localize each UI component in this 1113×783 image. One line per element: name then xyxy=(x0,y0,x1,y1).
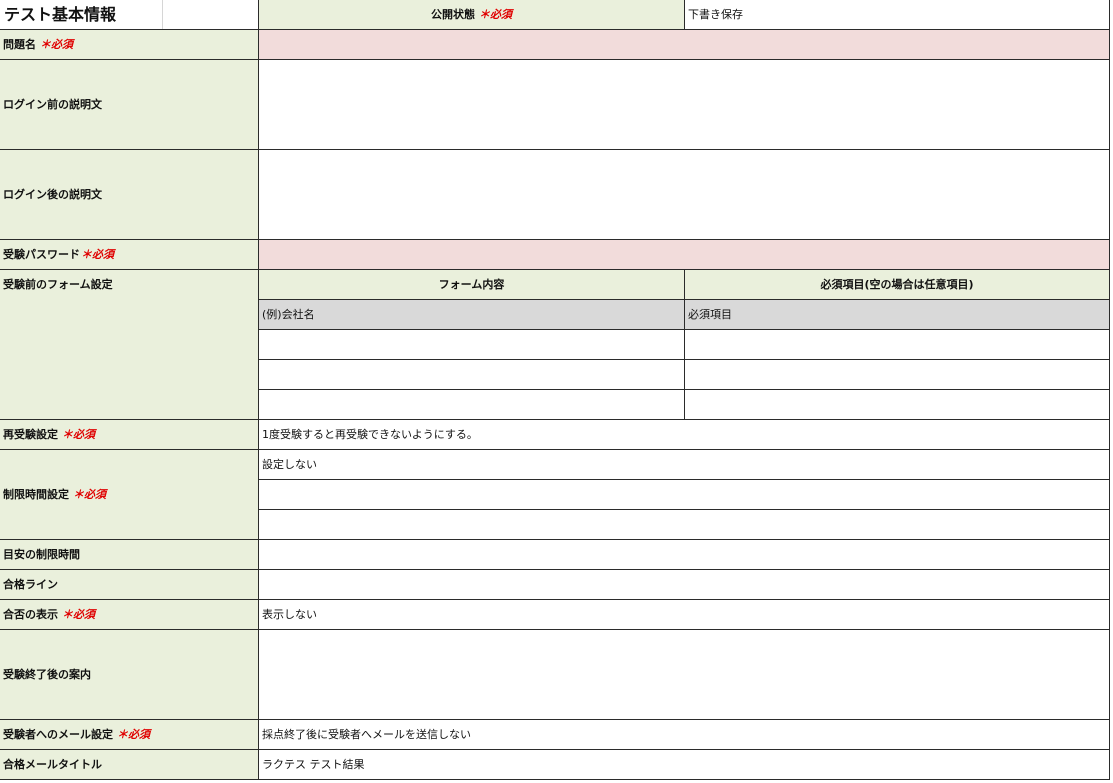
pass-display-label-text: 合否の表示 xyxy=(3,607,58,621)
pass-display-value[interactable]: 表示しない xyxy=(258,599,1110,630)
pass-line-value[interactable] xyxy=(258,569,1110,600)
after-exam-guide-label: 受験終了後の案内 xyxy=(0,629,259,720)
form-row-2-content[interactable] xyxy=(258,329,685,360)
form-row-4-content[interactable] xyxy=(258,389,685,420)
required-item-column-header: 必須項目(空の場合は任意項目) xyxy=(684,269,1110,300)
mail-setting-label: 受験者へのメール設定 ＊必須 xyxy=(0,719,259,750)
pass-display-label: 合否の表示 ＊必須 xyxy=(0,599,259,630)
time-limit-value-1[interactable]: 設定しない xyxy=(258,449,1110,480)
time-limit-value-3[interactable] xyxy=(258,509,1110,540)
spreadsheet: テスト基本情報 公開状態 ＊必須 下書き保存 問題名 ＊必須 ログイン前の説明文… xyxy=(0,0,1113,783)
retake-setting-label-text: 再受験設定 xyxy=(3,427,58,441)
pass-mail-title-label: 合格メールタイトル xyxy=(0,749,259,780)
required-mark: ＊必須 xyxy=(73,487,106,501)
exam-password-input[interactable] xyxy=(258,239,1110,270)
required-mark: ＊必須 xyxy=(40,37,73,51)
time-limit-setting-label-text: 制限時間設定 xyxy=(3,487,69,501)
form-content-column-header: フォーム内容 xyxy=(258,269,685,300)
form-row-3-required[interactable] xyxy=(684,359,1110,390)
question-name-input[interactable] xyxy=(258,29,1110,60)
pass-line-label: 合格ライン xyxy=(0,569,259,600)
form-row-4-required[interactable] xyxy=(684,389,1110,420)
publish-status-label-text: 公開状態 xyxy=(431,7,475,21)
retake-setting-value[interactable]: 1度受験すると再受験できないようにする。 xyxy=(258,419,1110,450)
mail-setting-value[interactable]: 採点終了後に受験者へメールを送信しない xyxy=(258,719,1110,750)
post-login-description-label: ログイン後の説明文 xyxy=(0,149,259,240)
pre-login-description-label: ログイン前の説明文 xyxy=(0,59,259,150)
pass-mail-title-value[interactable]: ラクテス テスト結果 xyxy=(258,749,1110,780)
after-exam-guide-input[interactable] xyxy=(258,629,1110,720)
required-mark: ＊必須 xyxy=(117,727,150,741)
title-padding-cell xyxy=(162,0,259,30)
required-mark: ＊必須 xyxy=(62,427,95,441)
form-row-1-content[interactable]: (例)会社名 xyxy=(258,299,685,330)
exam-password-label: 受験パスワード ＊必須 xyxy=(0,239,259,270)
time-limit-setting-label: 制限時間設定 ＊必須 xyxy=(0,449,259,540)
publish-status-value[interactable]: 下書き保存 xyxy=(684,0,1110,30)
mail-setting-label-text: 受験者へのメール設定 xyxy=(3,727,113,741)
guide-time-limit-value[interactable] xyxy=(258,539,1110,570)
exam-password-label-text: 受験パスワード xyxy=(3,247,80,261)
form-row-1-required[interactable]: 必須項目 xyxy=(684,299,1110,330)
required-mark: ＊必須 xyxy=(479,7,512,21)
guide-time-limit-label: 目安の制限時間 xyxy=(0,539,259,570)
pre-exam-form-settings-label: 受験前のフォーム設定 xyxy=(0,269,259,420)
sheet-title: テスト基本情報 xyxy=(0,0,163,30)
post-login-description-input[interactable] xyxy=(258,149,1110,240)
question-name-label-text: 問題名 xyxy=(3,37,36,51)
question-name-label: 問題名 ＊必須 xyxy=(0,29,259,60)
required-mark: ＊必須 xyxy=(81,247,114,261)
form-row-3-content[interactable] xyxy=(258,359,685,390)
retake-setting-label: 再受験設定 ＊必須 xyxy=(0,419,259,450)
time-limit-value-2[interactable] xyxy=(258,479,1110,510)
required-mark: ＊必須 xyxy=(62,607,95,621)
publish-status-label: 公開状態 ＊必須 xyxy=(258,0,685,30)
form-row-2-required[interactable] xyxy=(684,329,1110,360)
pre-login-description-input[interactable] xyxy=(258,59,1110,150)
